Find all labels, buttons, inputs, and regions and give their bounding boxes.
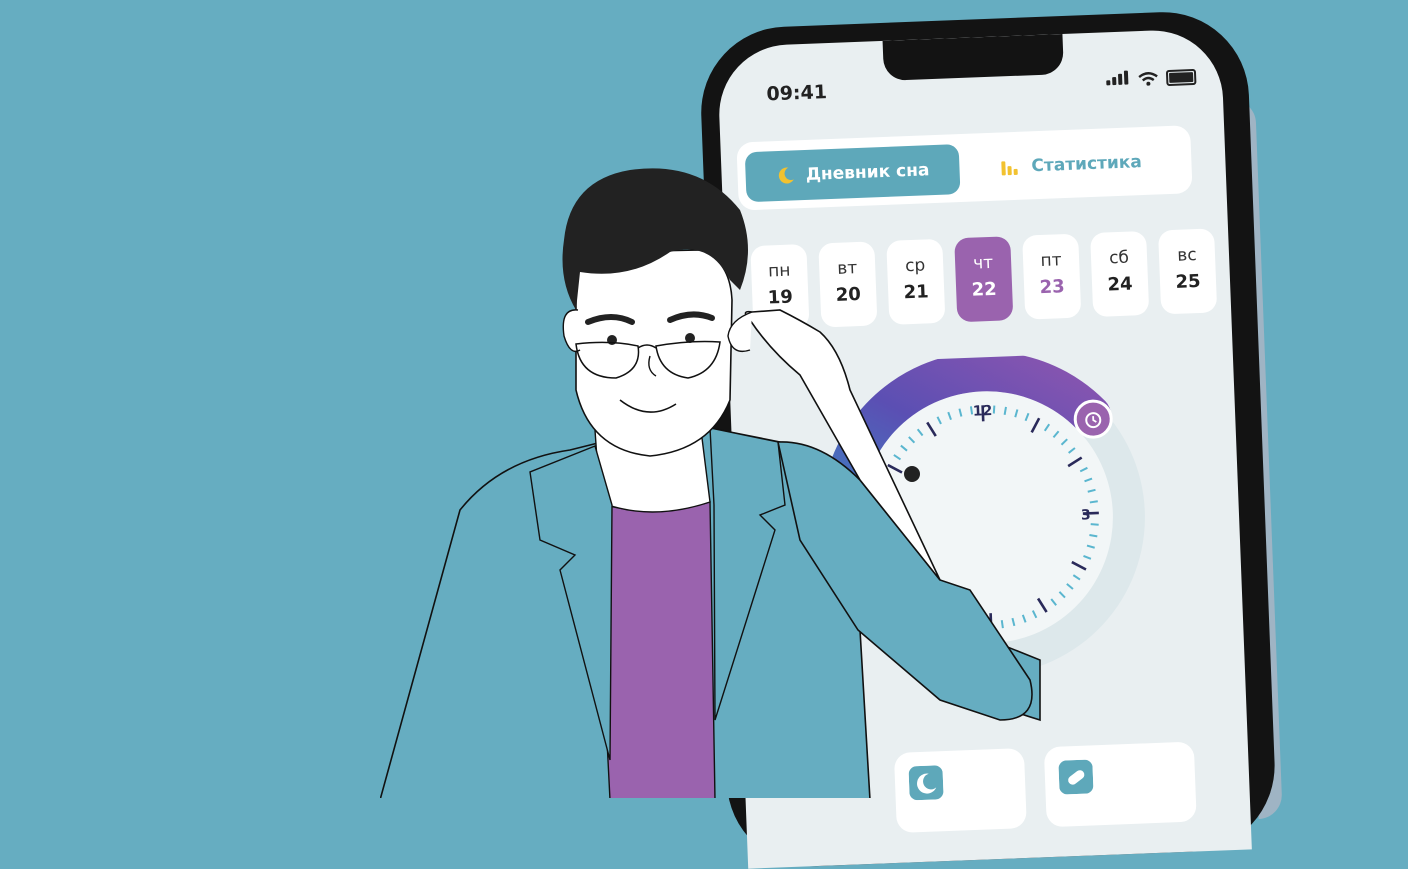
wifi-icon: [1138, 71, 1158, 86]
status-icons: [1106, 67, 1197, 89]
day-date: 24: [1107, 273, 1134, 296]
dial-label-3: 3: [1081, 507, 1091, 523]
man-illustration: [380, 168, 1041, 798]
illustration-scene: 09:41 Дневник сна Статистика пн 19 вт 20…: [0, 0, 1408, 869]
day-item[interactable]: сб 24: [1090, 230, 1150, 318]
phone-notch: [882, 34, 1064, 81]
day-date: 25: [1175, 270, 1201, 293]
day-name: вс: [1176, 245, 1198, 266]
day-item[interactable]: вс 25: [1158, 228, 1218, 315]
dial-tick: [1090, 523, 1099, 526]
battery-icon: [1165, 68, 1197, 86]
dial-tick: [1089, 500, 1098, 504]
alarm-icon[interactable]: [1073, 399, 1113, 439]
status-time: 09:41: [766, 81, 828, 106]
pill-icon: [1058, 759, 1094, 795]
day-name: сб: [1108, 247, 1130, 269]
signal-icon: [1106, 69, 1131, 89]
bottom-card-medication[interactable]: [1043, 741, 1197, 828]
